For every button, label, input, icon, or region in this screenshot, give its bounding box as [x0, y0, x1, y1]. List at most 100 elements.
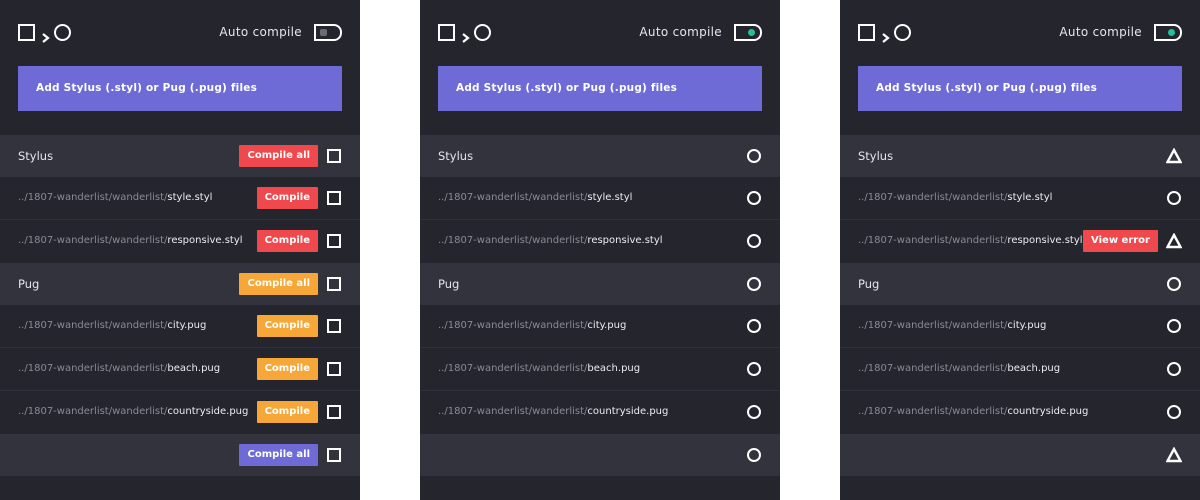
file-directory: ../1807-wanderlist/wanderlist/	[438, 320, 588, 331]
add-files-button[interactable]: Add Stylus (.styl) or Pug (.pug) files	[438, 66, 762, 111]
auto-compile-toggle[interactable]	[734, 24, 762, 41]
file-directory: ../1807-wanderlist/wanderlist/	[18, 235, 168, 246]
mockup-stage: Auto compile Add Stylus (.styl) or Pug (.…	[0, 0, 1200, 500]
checkbox-square-icon[interactable]	[326, 276, 342, 292]
file-path: ../1807-wanderlist/wanderlist/style.styl	[438, 192, 632, 203]
checkbox-square-icon[interactable]	[326, 447, 342, 463]
file-path: ../1807-wanderlist/wanderlist/beach.pug	[858, 363, 1060, 374]
file-row: ../1807-wanderlist/wanderlist/responsive…	[840, 220, 1200, 263]
status-circle-icon[interactable]	[746, 318, 762, 334]
file-name: style.styl	[1007, 192, 1053, 203]
auto-compile-toggle[interactable]	[1154, 24, 1182, 41]
square-icon	[438, 24, 455, 41]
group-row: Pug	[420, 263, 780, 305]
compile-all-button[interactable]: Compile all	[239, 273, 318, 295]
compile-button[interactable]: Compile	[256, 401, 318, 423]
file-name: countryside.pug	[167, 406, 249, 417]
status-circle-icon[interactable]	[1166, 190, 1182, 206]
checkbox-square-icon[interactable]	[326, 318, 342, 334]
file-path: ../1807-wanderlist/wanderlist/city.pug	[438, 320, 626, 331]
file-name: style.styl	[587, 192, 633, 203]
file-row: ../1807-wanderlist/wanderlist/city.pug	[420, 305, 780, 348]
status-circle-icon[interactable]	[746, 190, 762, 206]
file-path: ../1807-wanderlist/wanderlist/beach.pug	[18, 363, 220, 374]
checkbox-square-icon[interactable]	[326, 361, 342, 377]
group-row: Stylus	[840, 135, 1200, 177]
status-circle-icon[interactable]	[746, 148, 762, 164]
toggle-knob	[320, 29, 327, 36]
file-path: ../1807-wanderlist/wanderlist/responsive…	[18, 235, 243, 246]
file-list: Stylus Compile all ../1807-wanderlist/wand…	[0, 135, 360, 476]
file-row: ../1807-wanderlist/wanderlist/style.styl	[420, 177, 780, 220]
file-row: ../1807-wanderlist/wanderlist/style.styl…	[0, 177, 360, 220]
file-path: ../1807-wanderlist/wanderlist/city.pug	[858, 320, 1046, 331]
warning-triangle-icon[interactable]	[1165, 446, 1183, 463]
group-label: Pug	[858, 277, 880, 291]
status-circle-icon[interactable]	[746, 361, 762, 377]
file-name: beach.pug	[1007, 363, 1061, 374]
group-row	[840, 434, 1200, 476]
view-error-button[interactable]: View error	[1083, 230, 1158, 252]
group-label: Stylus	[438, 149, 474, 163]
file-name: style.styl	[167, 192, 213, 203]
group-row: Stylus	[420, 135, 780, 177]
square-icon	[18, 24, 35, 41]
group-row	[420, 434, 780, 476]
file-row: ../1807-wanderlist/wanderlist/city.pug	[840, 305, 1200, 348]
file-name: beach.pug	[167, 363, 221, 374]
add-files-button[interactable]: Add Stylus (.styl) or Pug (.pug) files	[18, 66, 342, 111]
auto-compile-label: Auto compile	[1059, 25, 1142, 39]
file-name: city.pug	[1007, 320, 1047, 331]
file-row: ../1807-wanderlist/wanderlist/style.styl	[840, 177, 1200, 220]
file-name: responsive.styl	[167, 235, 243, 246]
toggle-knob	[1168, 29, 1175, 36]
toggle-knob	[748, 29, 755, 36]
checkbox-square-icon[interactable]	[326, 404, 342, 420]
file-directory: ../1807-wanderlist/wanderlist/	[18, 320, 168, 331]
compiler-panel-1: Auto compile Add Stylus (.styl) or Pug (.…	[0, 0, 360, 500]
status-circle-icon[interactable]	[746, 276, 762, 292]
compile-button[interactable]: Compile	[256, 315, 318, 337]
file-directory: ../1807-wanderlist/wanderlist/	[858, 192, 1008, 203]
file-row: ../1807-wanderlist/wanderlist/beach.pug	[840, 348, 1200, 391]
status-circle-icon[interactable]	[1166, 361, 1182, 377]
warning-triangle-icon[interactable]	[1165, 232, 1183, 249]
status-circle-icon[interactable]	[1166, 276, 1182, 292]
status-circle-icon[interactable]	[746, 233, 762, 249]
add-files-button[interactable]: Add Stylus (.styl) or Pug (.pug) files	[858, 66, 1182, 111]
app-logo	[438, 24, 494, 43]
compile-button[interactable]: Compile	[256, 230, 318, 252]
compile-button[interactable]: Compile	[256, 187, 318, 209]
compile-all-button[interactable]: Compile all	[239, 444, 318, 466]
file-directory: ../1807-wanderlist/wanderlist/	[858, 320, 1008, 331]
file-directory: ../1807-wanderlist/wanderlist/	[18, 192, 168, 203]
warning-triangle-icon[interactable]	[1165, 147, 1183, 164]
group-label: Stylus	[18, 149, 54, 163]
checkbox-square-icon[interactable]	[326, 148, 342, 164]
panel-header: Auto compile	[840, 0, 1200, 66]
group-row: Compile all	[0, 434, 360, 476]
group-row: Stylus Compile all	[0, 135, 360, 177]
file-row: ../1807-wanderlist/wanderlist/responsive…	[420, 220, 780, 263]
status-circle-icon[interactable]	[1166, 318, 1182, 334]
file-path: ../1807-wanderlist/wanderlist/countrysid…	[438, 406, 668, 417]
file-path: ../1807-wanderlist/wanderlist/countrysid…	[18, 406, 248, 417]
auto-compile-toggle[interactable]	[314, 24, 342, 41]
file-row: ../1807-wanderlist/wanderlist/beach.pug C…	[0, 348, 360, 391]
app-logo	[858, 24, 914, 43]
compile-all-button[interactable]: Compile all	[239, 145, 318, 167]
file-directory: ../1807-wanderlist/wanderlist/	[438, 235, 588, 246]
file-row: ../1807-wanderlist/wanderlist/countrysid…	[0, 391, 360, 434]
checkbox-square-icon[interactable]	[326, 190, 342, 206]
compile-button[interactable]: Compile	[256, 358, 318, 380]
file-directory: ../1807-wanderlist/wanderlist/	[438, 363, 588, 374]
square-icon	[858, 24, 875, 41]
chevron-right-icon	[41, 28, 51, 43]
status-circle-icon[interactable]	[746, 447, 762, 463]
file-row: ../1807-wanderlist/wanderlist/countrysid…	[420, 391, 780, 434]
file-row: ../1807-wanderlist/wanderlist/city.pug Co…	[0, 305, 360, 348]
status-circle-icon[interactable]	[1166, 404, 1182, 420]
checkbox-square-icon[interactable]	[326, 233, 342, 249]
status-circle-icon[interactable]	[746, 404, 762, 420]
file-path: ../1807-wanderlist/wanderlist/beach.pug	[438, 363, 640, 374]
